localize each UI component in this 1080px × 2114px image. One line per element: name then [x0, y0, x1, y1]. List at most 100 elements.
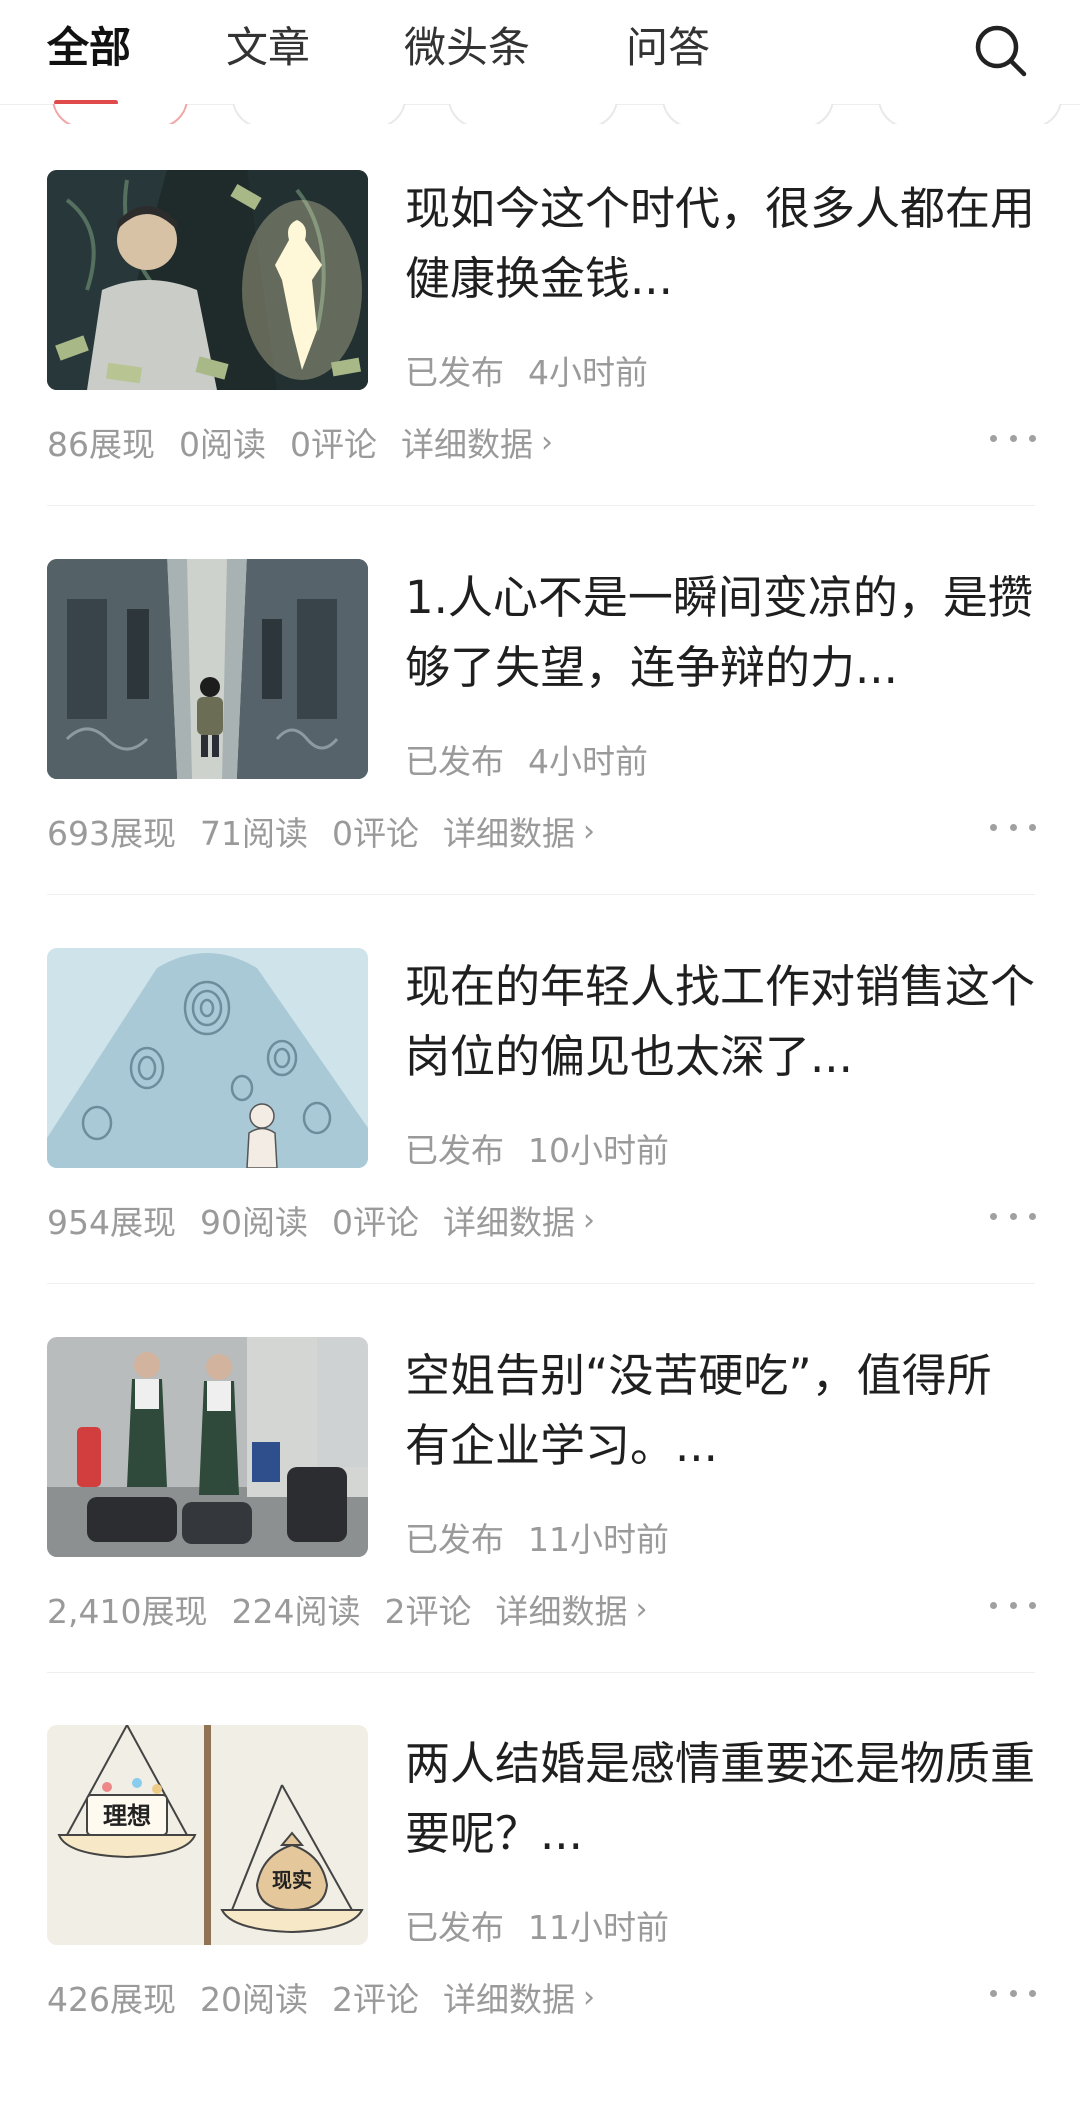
article-item[interactable]: 现在的年轻人找工作对销售这个岗位的偏见也太深了... 已发布 10小时前 954展… — [0, 948, 1080, 1337]
more-dots-icon — [990, 1212, 997, 1220]
article-item[interactable]: 理想 现实 两人结婚是感情重要还是物质重要呢？... 已发布 11小时前 426展… — [0, 1725, 1080, 2114]
tab-qa[interactable]: 问答 — [626, 20, 710, 76]
article-item[interactable]: 1.人心不是一瞬间变凉的，是攒够了失望，连争辩的力... 已发布 4小时前 693… — [0, 559, 1080, 948]
article-title[interactable]: 1.人心不是一瞬间变凉的，是攒够了失望，连争辩的力... — [405, 563, 1035, 703]
divider — [47, 505, 1035, 506]
more-dots-icon — [1029, 1989, 1036, 1997]
article-stats: 693展现 71阅读 0评论 详细数据 › — [47, 807, 619, 855]
divider — [47, 1672, 1035, 1673]
article-stats: 426展现 20阅读 2评论 详细数据 › — [47, 1973, 619, 2021]
tab-micro-posts[interactable]: 微头条 — [404, 20, 530, 76]
article-item[interactable]: 现如今这个时代，很多人都在用健康换金钱... 已发布 4小时前 86展现 0阅读 … — [0, 170, 1080, 559]
article-item[interactable]: 空姐告别“没苦硬吃”，值得所有企业学习。... 已发布 11小时前 2,410展现… — [0, 1337, 1080, 1726]
article-thumbnail[interactable] — [47, 948, 368, 1168]
status-label: 已发布 — [405, 353, 504, 392]
comments-count: 0评论 — [290, 425, 377, 464]
detail-data-link[interactable]: 详细数据 › — [443, 1973, 595, 2021]
detail-data-label: 详细数据 — [443, 814, 575, 853]
publish-time: 11小时前 — [528, 1520, 669, 1559]
publish-status: 已发布 10小时前 — [405, 1124, 669, 1172]
more-dots-icon — [1009, 1601, 1017, 1609]
publish-time: 4小时前 — [528, 353, 648, 392]
detail-data-label: 详细数据 — [443, 1203, 575, 1242]
more-options-button[interactable] — [990, 807, 1036, 847]
impressions-count: 954展现 — [47, 1203, 176, 1242]
reads-count: 20阅读 — [200, 1980, 308, 2019]
detail-data-label: 详细数据 — [495, 1592, 628, 1631]
filter-chip[interactable] — [448, 104, 618, 124]
article-thumbnail[interactable]: 理想 现实 — [47, 1725, 368, 1945]
search-icon — [975, 25, 1027, 77]
tab-articles[interactable]: 文章 — [226, 20, 310, 76]
more-dots-icon — [1029, 1212, 1036, 1220]
more-dots-icon — [1009, 823, 1017, 831]
more-options-button[interactable] — [990, 1196, 1036, 1236]
more-dots-icon — [990, 434, 997, 442]
status-label: 已发布 — [405, 742, 504, 781]
flight-attendants-photo — [47, 1337, 368, 1557]
article-title[interactable]: 现在的年轻人找工作对销售这个岗位的偏见也太深了... — [405, 952, 1035, 1092]
publish-time: 4小时前 — [528, 742, 648, 781]
publish-time: 10小时前 — [528, 1131, 669, 1170]
status-label: 已发布 — [405, 1908, 504, 1947]
filter-chip[interactable] — [878, 104, 1062, 124]
top-nav: 全部 文章 微头条 问答 — [0, 0, 1080, 105]
more-dots-icon — [990, 1601, 997, 1609]
impressions-count: 426展现 — [47, 1980, 176, 2019]
article-stats: 2,410展现 224阅读 2评论 详细数据 › — [47, 1585, 671, 1633]
more-dots-icon — [1009, 1212, 1017, 1220]
chevron-right-icon: › — [635, 1591, 648, 1627]
status-label: 已发布 — [405, 1131, 504, 1170]
publish-time: 11小时前 — [528, 1908, 669, 1947]
publish-status: 已发布 4小时前 — [405, 346, 648, 394]
reads-count: 224阅读 — [231, 1592, 361, 1631]
more-options-button[interactable] — [990, 1973, 1036, 2013]
filter-chip-row — [0, 104, 1080, 124]
scale-ideal-reality-illustration: 理想 现实 — [47, 1725, 368, 1945]
thumb-reality-text: 现实 — [272, 1868, 312, 1892]
article-stats: 954展现 90阅读 0评论 详细数据 › — [47, 1196, 619, 1244]
search-button[interactable] — [968, 18, 1034, 84]
health-money-illustration — [47, 170, 368, 390]
chevron-right-icon: › — [541, 424, 553, 460]
impressions-count: 86展现 — [47, 425, 155, 464]
filter-chip-active[interactable] — [52, 104, 188, 124]
more-dots-icon — [990, 823, 997, 831]
more-options-button[interactable] — [990, 418, 1036, 458]
article-thumbnail[interactable] — [47, 1337, 368, 1557]
filter-chip[interactable] — [662, 104, 834, 124]
article-thumbnail[interactable] — [47, 170, 368, 390]
article-title[interactable]: 两人结婚是感情重要还是物质重要呢？... — [405, 1729, 1035, 1869]
comments-count: 0评论 — [332, 814, 419, 853]
tab-all[interactable]: 全部 — [47, 20, 131, 76]
reads-count: 71阅读 — [200, 814, 308, 853]
chevron-right-icon: › — [583, 1979, 595, 2015]
divider — [47, 894, 1035, 895]
publish-status: 已发布 4小时前 — [405, 735, 648, 783]
comments-count: 2评论 — [332, 1980, 419, 2019]
more-options-button[interactable] — [990, 1585, 1036, 1625]
thumb-ideal-text: 理想 — [103, 1802, 151, 1830]
detail-data-link[interactable]: 详细数据 › — [443, 807, 595, 855]
detail-data-link[interactable]: 详细数据 › — [443, 1196, 595, 1244]
more-dots-icon — [1029, 1601, 1036, 1609]
impressions-count: 2,410展现 — [47, 1592, 208, 1631]
detail-data-link[interactable]: 详细数据 › — [401, 418, 553, 466]
alley-illustration — [47, 559, 368, 779]
more-dots-icon — [1009, 1989, 1017, 1997]
detail-data-label: 详细数据 — [401, 425, 533, 464]
publish-status: 已发布 11小时前 — [405, 1513, 669, 1561]
article-title[interactable]: 现如今这个时代，很多人都在用健康换金钱... — [405, 174, 1035, 314]
article-thumbnail[interactable] — [47, 559, 368, 779]
reads-count: 90阅读 — [200, 1203, 308, 1242]
article-title[interactable]: 空姐告别“没苦硬吃”，值得所有企业学习。... — [405, 1341, 1035, 1481]
more-dots-icon — [1009, 434, 1017, 442]
chevron-right-icon: › — [583, 813, 595, 849]
more-dots-icon — [1029, 434, 1036, 442]
detail-data-link[interactable]: 详细数据 › — [495, 1585, 647, 1633]
comments-count: 0评论 — [332, 1203, 419, 1242]
impressions-count: 693展现 — [47, 814, 176, 853]
status-label: 已发布 — [405, 1520, 504, 1559]
more-dots-icon — [1029, 823, 1036, 831]
filter-chip[interactable] — [232, 104, 406, 124]
